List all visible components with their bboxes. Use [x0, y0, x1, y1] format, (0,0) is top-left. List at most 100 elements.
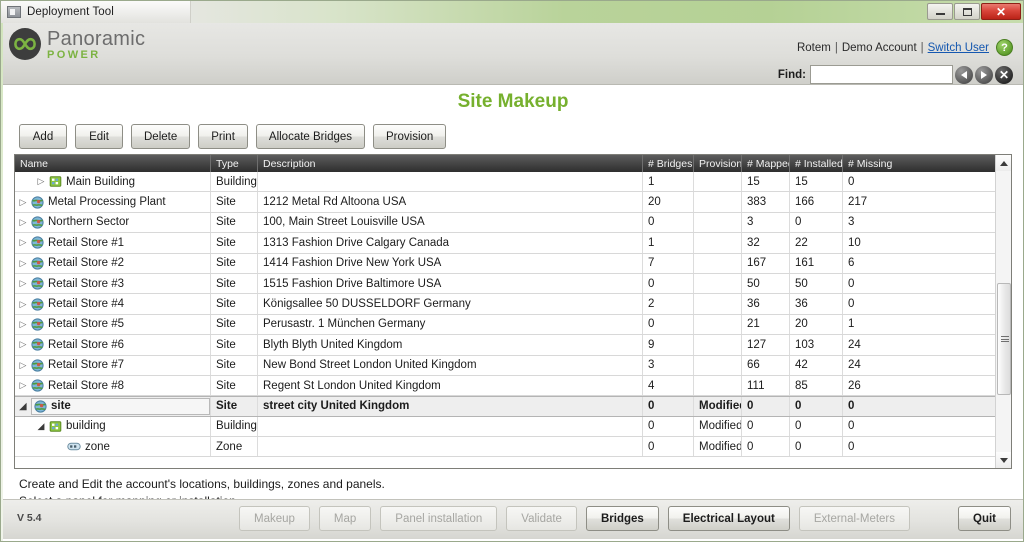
quit-button[interactable]: Quit [958, 506, 1011, 531]
cell-type: Zone [211, 437, 258, 457]
expand-triangle-icon[interactable]: ▷ [15, 339, 31, 350]
external-meters-button: External-Meters [798, 506, 911, 531]
maximize-button[interactable] [954, 3, 980, 20]
cell-type: Site [211, 233, 258, 253]
table-row[interactable]: ▷ Main Building Building 1 15 15 0 [15, 172, 1011, 193]
table-row[interactable]: ▷ Retail Store #6 Site Blyth Blyth United K… [15, 335, 1011, 356]
expand-triangle-icon[interactable]: ▷ [15, 197, 31, 208]
cell-missing: 0 [848, 400, 855, 413]
cell-provision [694, 253, 742, 273]
cell-description: 1414 Fashion Drive New York USA [258, 253, 643, 273]
building-icon [49, 421, 62, 432]
cell-type: Site [211, 335, 258, 355]
cell-installed: 15 [790, 172, 843, 192]
print-button[interactable]: Print [198, 124, 248, 149]
close-button[interactable]: ✕ [981, 3, 1021, 20]
building-icon [49, 176, 62, 187]
site-globe-icon [31, 236, 44, 249]
window-title: Deployment Tool [27, 6, 114, 18]
expand-triangle-icon[interactable]: ▷ [15, 299, 31, 310]
cell-name: ▷ Retail Store #8 [15, 375, 211, 396]
table-row[interactable]: ▷ Metal Processing Plant Site 1212 Metal Rd… [15, 192, 1011, 213]
zone-icon [67, 442, 81, 451]
name-cell-content: zone [15, 437, 210, 456]
add-button[interactable]: Add [19, 124, 67, 149]
cell-provision [694, 294, 742, 314]
table-row[interactable]: ▷ Northern Sector Site 100, Main Street Lou… [15, 212, 1011, 234]
collapse-triangle-icon[interactable]: ◢ [33, 421, 49, 432]
minimize-button[interactable] [927, 3, 953, 20]
footer-button-group: Makeup Map Panel installation Validate Bridg… [239, 506, 911, 531]
user-bar: Rotem | Demo Account | Switch User ? [797, 39, 1013, 56]
table-row[interactable]: ◢ site Site street city United Kingdom 0 Modi… [15, 396, 1011, 417]
table-row[interactable]: ▷ Retail Store #3 Site 1515 Fashion Drive B… [15, 273, 1011, 295]
clear-x-icon[interactable]: ✕ [995, 65, 1013, 84]
cell-name: ▷ Retail Store #6 [15, 335, 211, 355]
brand-name: Panoramic [47, 28, 146, 50]
scroll-up-arrow-icon[interactable] [996, 155, 1011, 171]
expand-triangle-icon[interactable]: ▷ [15, 237, 31, 248]
column-header-mapped[interactable]: # Mapped [742, 155, 790, 172]
name-label-box: Metal Processing Plant [31, 192, 210, 211]
collapse-triangle-icon[interactable]: ◢ [15, 401, 31, 412]
expand-triangle-icon[interactable]: ▷ [33, 176, 49, 187]
cell-description: Königsallee 50 DUSSELDORF Germany [258, 294, 643, 314]
scrollbar-thumb[interactable] [997, 283, 1011, 395]
row-name-text: Northern Sector [48, 216, 130, 229]
scroll-down-arrow-icon[interactable] [996, 452, 1011, 468]
column-header-provision[interactable]: Provision [694, 155, 742, 172]
table-row[interactable]: ▷ Retail Store #5 Site Perusastr. 1 München… [15, 314, 1011, 336]
table-row[interactable]: ▷ Retail Store #2 Site 1414 Fashion Drive N… [15, 253, 1011, 274]
table-row[interactable]: ▷ Retail Store #7 Site New Bond Street Lond… [15, 355, 1011, 376]
scroll-thumb-grip [1001, 336, 1009, 342]
version-label: V 5.4 [17, 512, 42, 524]
arrow-right-icon[interactable] [975, 65, 993, 84]
table-body: ▷ Main Building Building 1 15 15 0 ▷ Metal Proce… [15, 172, 1011, 468]
cell-name: ▷ Main Building [15, 172, 211, 192]
arrow-left-icon[interactable] [955, 65, 973, 84]
expand-triangle-icon[interactable]: ▷ [15, 360, 31, 371]
brand-logo: Panoramic POWER [9, 27, 145, 61]
table-header-row: Name Type Description # Bridges Provision # M… [15, 155, 1011, 172]
expand-triangle-icon[interactable]: ▷ [15, 319, 31, 330]
table-row[interactable]: ▷ Retail Store #4 Site Königsallee 50 DUSSE… [15, 294, 1011, 315]
triangle-down [1000, 457, 1008, 463]
switch-user-link[interactable]: Switch User [928, 42, 989, 54]
expand-triangle-icon[interactable]: ▷ [15, 380, 31, 391]
triangle-left [961, 70, 967, 79]
electrical-layout-button[interactable]: Electrical Layout [667, 506, 790, 531]
table-row[interactable]: ◢ building Building 0 Modified 0 0 0 [15, 416, 1011, 438]
expand-triangle-icon[interactable]: ▷ [15, 278, 31, 289]
column-header-installed[interactable]: # Installed [790, 155, 843, 172]
cell-missing: 0 [848, 175, 855, 188]
column-header-type[interactable]: Type [211, 155, 258, 172]
edit-button[interactable]: Edit [75, 124, 123, 149]
expand-triangle-icon[interactable]: ▷ [15, 258, 31, 269]
cell-bridges: 0 [643, 416, 694, 437]
provision-button[interactable]: Provision [373, 124, 447, 149]
cell-missing: 0 [848, 298, 855, 311]
expand-triangle-icon[interactable]: ▷ [15, 217, 31, 228]
question-mark-icon[interactable]: ? [996, 39, 1013, 56]
cell-name: zone [15, 437, 211, 457]
table-row[interactable]: ▷ Retail Store #8 Site Regent St London Uni… [15, 375, 1011, 397]
delete-button[interactable]: Delete [131, 124, 191, 149]
name-label-box: Retail Store #8 [31, 376, 210, 395]
search-input[interactable] [810, 65, 953, 84]
column-header-name[interactable]: Name [15, 155, 211, 172]
cell-bridges: 9 [643, 335, 694, 355]
cell-name: ▷ Retail Store #7 [15, 355, 211, 375]
table-row[interactable]: zone Zone 0 Modified 0 0 0 [15, 437, 1011, 458]
site-globe-icon [31, 338, 44, 351]
column-header-missing[interactable]: # Missing [843, 155, 997, 172]
table-row[interactable]: ▷ Retail Store #1 Site 1313 Fashion Drive C… [15, 233, 1011, 254]
bridges-button[interactable]: Bridges [585, 506, 659, 531]
application-window: Deployment Tool ✕ Panoramic POWER Rotem … [0, 0, 1024, 542]
vertical-scrollbar[interactable] [995, 155, 1011, 468]
column-header-description[interactable]: Description [258, 155, 643, 172]
name-cell-content: ▷ Retail Store #2 [15, 254, 210, 273]
allocate-bridges-button[interactable]: Allocate Bridges [255, 124, 366, 149]
cell-mapped: 127 [742, 335, 790, 355]
site-globe-icon [31, 216, 44, 229]
column-header-bridges[interactable]: # Bridges [643, 155, 694, 172]
